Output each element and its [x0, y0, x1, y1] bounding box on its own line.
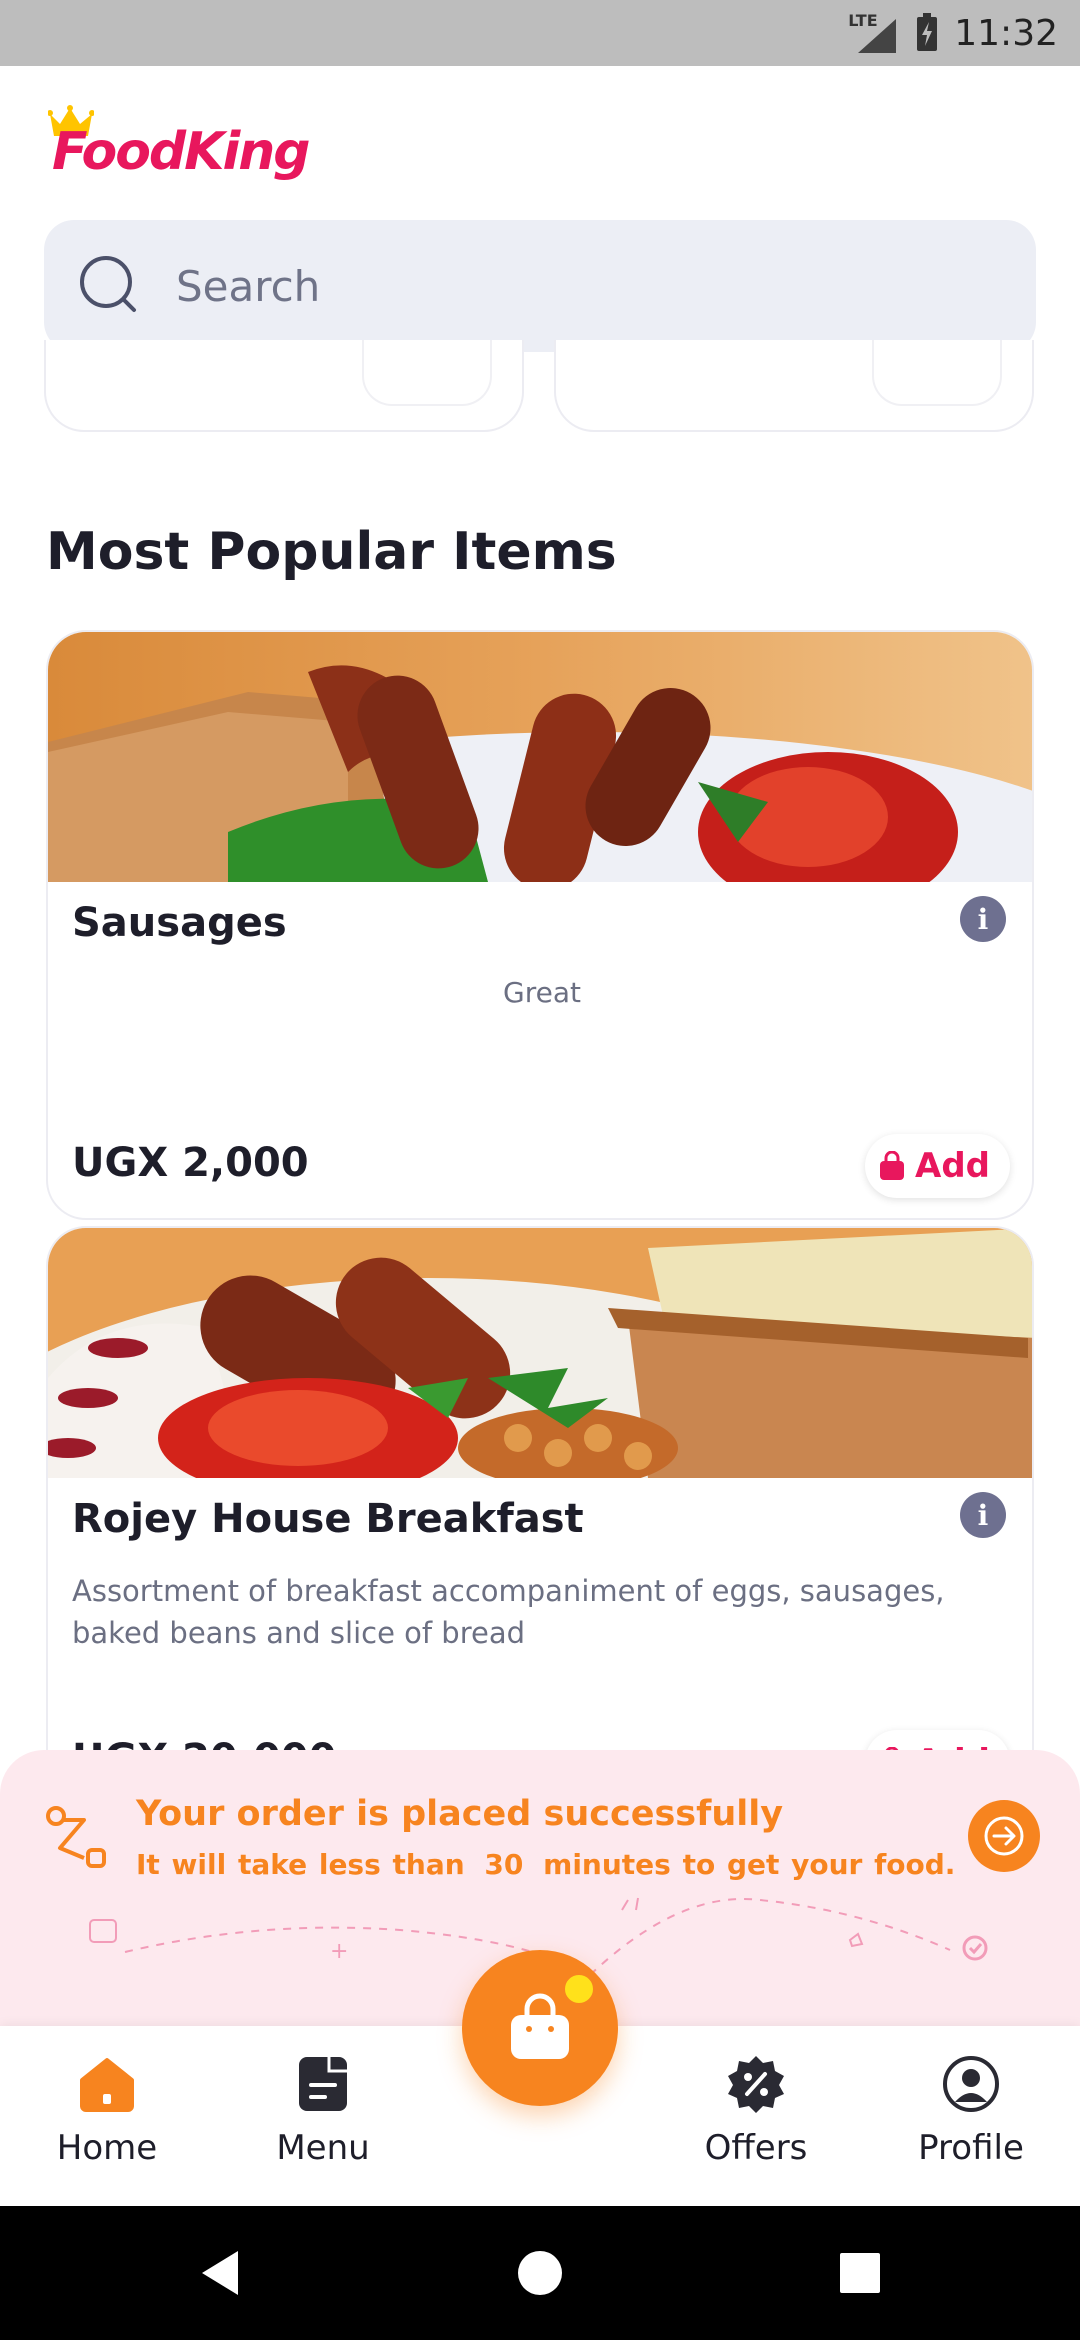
add-to-cart-button[interactable]: Add — [865, 1134, 1010, 1198]
product-description: Great — [503, 976, 581, 1009]
section-title: Most Popular Items — [46, 522, 617, 582]
nav-item-menu[interactable]: Menu — [233, 2052, 413, 2192]
order-details-button[interactable] — [968, 1800, 1040, 1872]
arrow-right-icon — [984, 1816, 1024, 1856]
nav-item-home[interactable]: Home — [17, 2052, 197, 2192]
info-icon[interactable]: i — [960, 1492, 1006, 1538]
battery-charging-icon — [917, 13, 938, 51]
status-time: 11:32 — [954, 12, 1058, 54]
nav-item-offers[interactable]: Offers — [666, 2052, 846, 2192]
status-icons: LTE 11:32 — [848, 8, 1058, 58]
category-card[interactable] — [554, 340, 1034, 432]
home-icon — [75, 2052, 139, 2116]
back-button[interactable] — [160, 2206, 280, 2340]
logo-text: FoodKing — [52, 122, 311, 182]
nav-label: Menu — [276, 2128, 370, 2168]
svg-text:+: + — [330, 1939, 348, 1964]
search-bar[interactable] — [44, 220, 1036, 352]
order-subtitle: It will take less than 30 minutes to get… — [136, 1848, 955, 1881]
recents-button[interactable] — [800, 2206, 920, 2340]
order-subtitle-prefix: It will take less than — [136, 1848, 465, 1881]
product-name: Rojey House Breakfast — [72, 1496, 584, 1542]
home-circle-icon — [518, 2251, 562, 2295]
add-label: Add — [915, 1146, 990, 1186]
search-icon — [80, 256, 136, 312]
route-icon — [46, 1806, 106, 1868]
product-card[interactable]: Sausages i Great UGX 2,000 Add — [46, 630, 1034, 1220]
nav-label: Profile — [918, 2128, 1024, 2168]
shopping-bag-icon — [880, 1151, 904, 1180]
system-navigation-bar — [0, 2206, 1080, 2340]
cart-badge — [562, 1972, 596, 2006]
profile-icon — [939, 2052, 1003, 2116]
back-triangle-icon — [202, 2251, 238, 2295]
nav-label: Offers — [704, 2128, 808, 2168]
shopping-bag-icon — [511, 1993, 569, 2059]
category-pill — [872, 340, 1002, 406]
category-card[interactable] — [44, 340, 524, 432]
recents-square-icon — [840, 2253, 880, 2293]
order-subtitle-suffix: minutes to get your food. — [543, 1848, 956, 1881]
search-input[interactable] — [176, 250, 996, 322]
nav-label: Home — [56, 2128, 158, 2168]
product-image-breakfast — [48, 1228, 1032, 1478]
menu-icon — [291, 2052, 355, 2116]
category-pill — [362, 340, 492, 406]
offers-icon — [724, 2052, 788, 2116]
status-bar: LTE 11:32 — [0, 0, 1080, 66]
product-image-sausages — [48, 632, 1032, 882]
product-description: Assortment of breakfast accompaniment of… — [72, 1574, 945, 1650]
info-icon[interactable]: i — [960, 896, 1006, 942]
product-card[interactable]: Rojey House Breakfast i Assortment of br… — [46, 1226, 1034, 1826]
order-title: Your order is placed successfully — [136, 1794, 784, 1834]
lte-signal-icon: LTE — [848, 11, 900, 55]
foodking-logo: FoodKing — [48, 100, 311, 190]
product-name: Sausages — [72, 900, 287, 946]
cart-button[interactable] — [462, 1950, 618, 2106]
order-minutes: 30 — [484, 1848, 524, 1881]
nav-item-profile[interactable]: Profile — [881, 2052, 1061, 2192]
home-button[interactable] — [480, 2206, 600, 2340]
product-price: UGX 2,000 — [72, 1140, 309, 1186]
